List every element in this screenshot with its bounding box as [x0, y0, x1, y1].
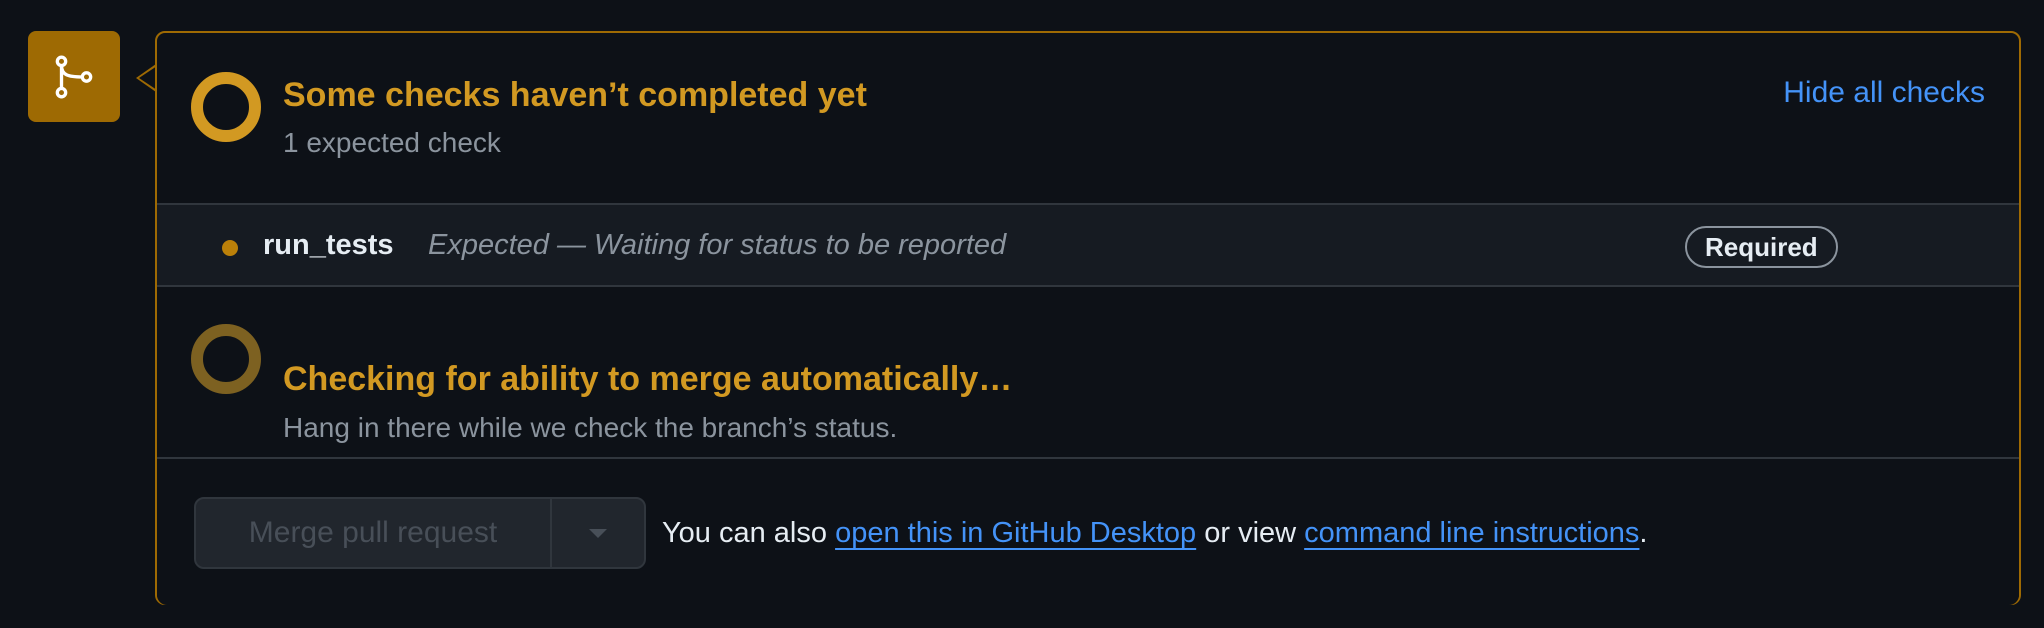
merge-status-badge [28, 31, 120, 122]
mergeability-subtitle: Hang in there while we check the branch’… [283, 412, 898, 443]
merge-box: Some checks haven’t completed yet 1 expe… [155, 31, 2021, 605]
merge-method-dropdown[interactable] [552, 499, 644, 567]
checks-title: Some checks haven’t completed yet [283, 76, 867, 114]
alternative-options-text: You can also open this in GitHub Desktop… [662, 517, 1647, 550]
text-suffix: . [1639, 517, 1648, 549]
text-middle: or view [1196, 517, 1305, 549]
check-description: Expected — Waiting for status to be repo… [428, 229, 1007, 261]
merge-box-page: Some checks haven’t completed yet 1 expe… [0, 0, 2044, 628]
hide-all-checks-link[interactable]: Hide all checks [1783, 76, 1985, 110]
pending-ring-icon [191, 72, 261, 142]
open-in-desktop-link[interactable]: open this in GitHub Desktop [835, 517, 1196, 549]
check-name: run_tests [263, 229, 394, 261]
git-branch-icon [55, 55, 93, 98]
checks-summary: Some checks haven’t completed yet 1 expe… [157, 33, 2019, 203]
text-prefix: You can also [662, 517, 836, 549]
command-line-instructions-link[interactable]: command line instructions [1304, 517, 1639, 549]
merge-pull-request-button[interactable]: Merge pull request [196, 499, 552, 567]
pending-ring-icon [191, 324, 261, 394]
pending-dot-icon [222, 240, 238, 256]
merge-button-group: Merge pull request [194, 497, 646, 569]
checks-subtitle: 1 expected check [283, 127, 501, 158]
mergeability-status: Checking for ability to merge automatica… [157, 287, 2019, 457]
required-badge: Required [1685, 226, 1838, 268]
mergeability-title: Checking for ability to merge automatica… [283, 360, 1013, 398]
check-row: run_tests Expected — Waiting for status … [157, 203, 2019, 287]
caret-down-icon [589, 528, 607, 538]
merge-actions: Merge pull request You can also open thi… [157, 457, 2019, 605]
